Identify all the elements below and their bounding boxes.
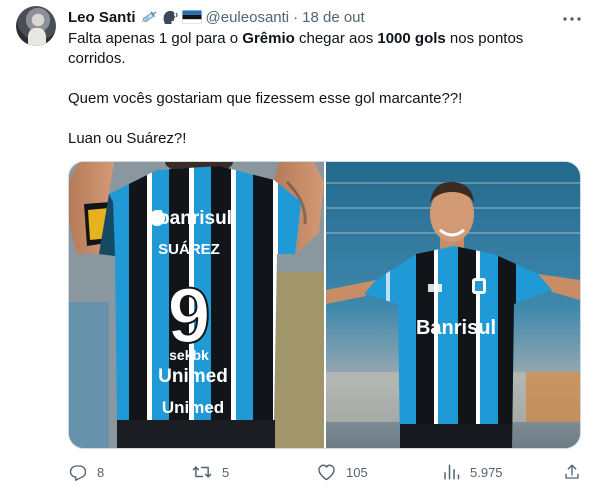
like-button[interactable]: 105 [317, 460, 368, 484]
tweet-text-paragraph-1: Falta apenas 1 gol para o Grêmio chegar … [68, 29, 568, 69]
photo-suarez[interactable]: banrisul SUÁREZ 9 sekbk Unimed Unimed [69, 162, 324, 448]
photo-luan[interactable]: Banrisul [326, 162, 580, 448]
jersey-text-2: Unimed [162, 398, 224, 417]
more-icon [563, 8, 581, 26]
reply-button[interactable]: 8 [69, 460, 104, 484]
syringe-emoji-icon [140, 10, 158, 24]
jersey-number: 9 [167, 271, 210, 359]
sponsor-text-right: Banrisul [416, 317, 496, 339]
like-count: 105 [346, 464, 368, 480]
reply-icon [69, 463, 87, 481]
author-name[interactable]: Leo Santi [68, 9, 136, 26]
tweet-text: Falta apenas 1 gol para o Grêmio chegar … [68, 29, 568, 149]
like-icon [317, 463, 336, 481]
tweet-text-paragraph-3: Luan ou Suárez?! [68, 130, 187, 147]
speaking-head-emoji-icon [161, 9, 179, 25]
text-span: Falta apenas 1 gol para o [68, 30, 243, 47]
views-button[interactable]: 5.975 [442, 460, 503, 484]
estonia-flag-emoji-icon [181, 10, 202, 24]
avatar[interactable] [16, 6, 56, 46]
jersey-text-1: Unimed [158, 366, 228, 387]
repost-count: 5 [222, 464, 230, 480]
views-icon [442, 463, 460, 481]
text-span: chegar aos [294, 30, 378, 47]
text-bold-1000-gols: 1000 gols [377, 30, 446, 47]
repost-icon [192, 463, 212, 481]
tweet-text-paragraph-2: Quem vocês gostariam que fizessem esse g… [68, 90, 463, 107]
repost-button[interactable]: 5 [192, 460, 229, 484]
sponsor-text-left: banrisul [158, 208, 232, 229]
views-count: 5.975 [470, 464, 503, 480]
share-icon [563, 463, 581, 481]
tweet-header: Leo Santi @euleosanti · 18 de out [68, 7, 365, 27]
tweet-date[interactable]: 18 de out [302, 9, 365, 26]
more-button[interactable] [561, 8, 583, 26]
action-bar: 8 5 105 5.975 [68, 460, 581, 484]
separator-dot: · [293, 8, 299, 26]
jersey-name: SUÁREZ [158, 241, 220, 258]
share-button[interactable] [563, 460, 581, 484]
author-handle[interactable]: @euleosanti [206, 9, 290, 26]
media-grid: banrisul SUÁREZ 9 sekbk Unimed Unimed Ba… [68, 161, 581, 449]
jersey-text-3: sekbk [169, 347, 209, 363]
reply-count: 8 [97, 464, 105, 480]
name-emojis [140, 9, 202, 25]
text-bold-gremio: Grêmio [242, 30, 295, 47]
tweet[interactable]: Leo Santi @euleosanti · 18 de out Falta … [0, 0, 596, 499]
